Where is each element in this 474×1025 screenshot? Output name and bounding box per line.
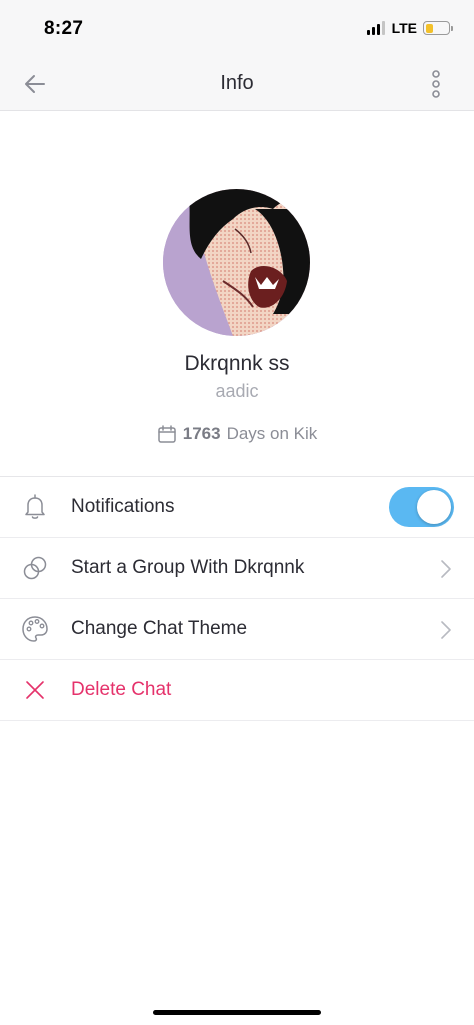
menu-item-label: Notifications (71, 496, 175, 517)
more-options-button[interactable] (426, 70, 446, 98)
avatar[interactable] (163, 189, 310, 336)
menu-item-delete-chat[interactable]: Delete Chat (0, 660, 474, 721)
days-suffix: Days on Kik (226, 424, 318, 443)
vertical-dots-icon (432, 70, 440, 98)
days-count: 1763 (182, 424, 221, 443)
battery-icon (423, 21, 453, 35)
avatar-image (163, 189, 310, 336)
menu-item-label: Start a Group With Dkrqnnk (71, 557, 305, 578)
signal-icon (366, 21, 385, 35)
nav-bar: Info (0, 56, 474, 111)
close-icon (26, 681, 44, 699)
network-type: LTE (391, 20, 417, 36)
bell-icon (25, 494, 45, 519)
status-time: 8:27 (44, 18, 84, 39)
days-on-kik: 1763 Days on Kik (0, 424, 474, 444)
menu-item-label: Delete Chat (71, 679, 172, 700)
display-name: Dkrqnnk ss (184, 352, 290, 375)
info-menu: Notifications Start a Group With Dkrqnnk… (0, 476, 474, 721)
status-bar: 8:27 LTE (0, 0, 474, 56)
toggle-knob (417, 490, 451, 524)
notifications-toggle[interactable] (389, 487, 454, 527)
menu-item-change-theme[interactable]: Change Chat Theme (0, 599, 474, 660)
home-indicator[interactable] (153, 1010, 321, 1015)
menu-item-label: Change Chat Theme (71, 618, 248, 639)
calendar-icon (157, 425, 176, 443)
group-circles-icon (23, 556, 47, 580)
username: aadic (215, 381, 259, 401)
menu-item-notifications[interactable]: Notifications (0, 477, 474, 538)
page-title: Info (220, 72, 254, 94)
menu-item-start-group[interactable]: Start a Group With Dkrqnnk (0, 538, 474, 599)
palette-icon (22, 616, 48, 642)
status-indicators: LTE (366, 20, 453, 36)
chevron-right-icon (441, 621, 451, 639)
chevron-right-icon (441, 560, 451, 578)
